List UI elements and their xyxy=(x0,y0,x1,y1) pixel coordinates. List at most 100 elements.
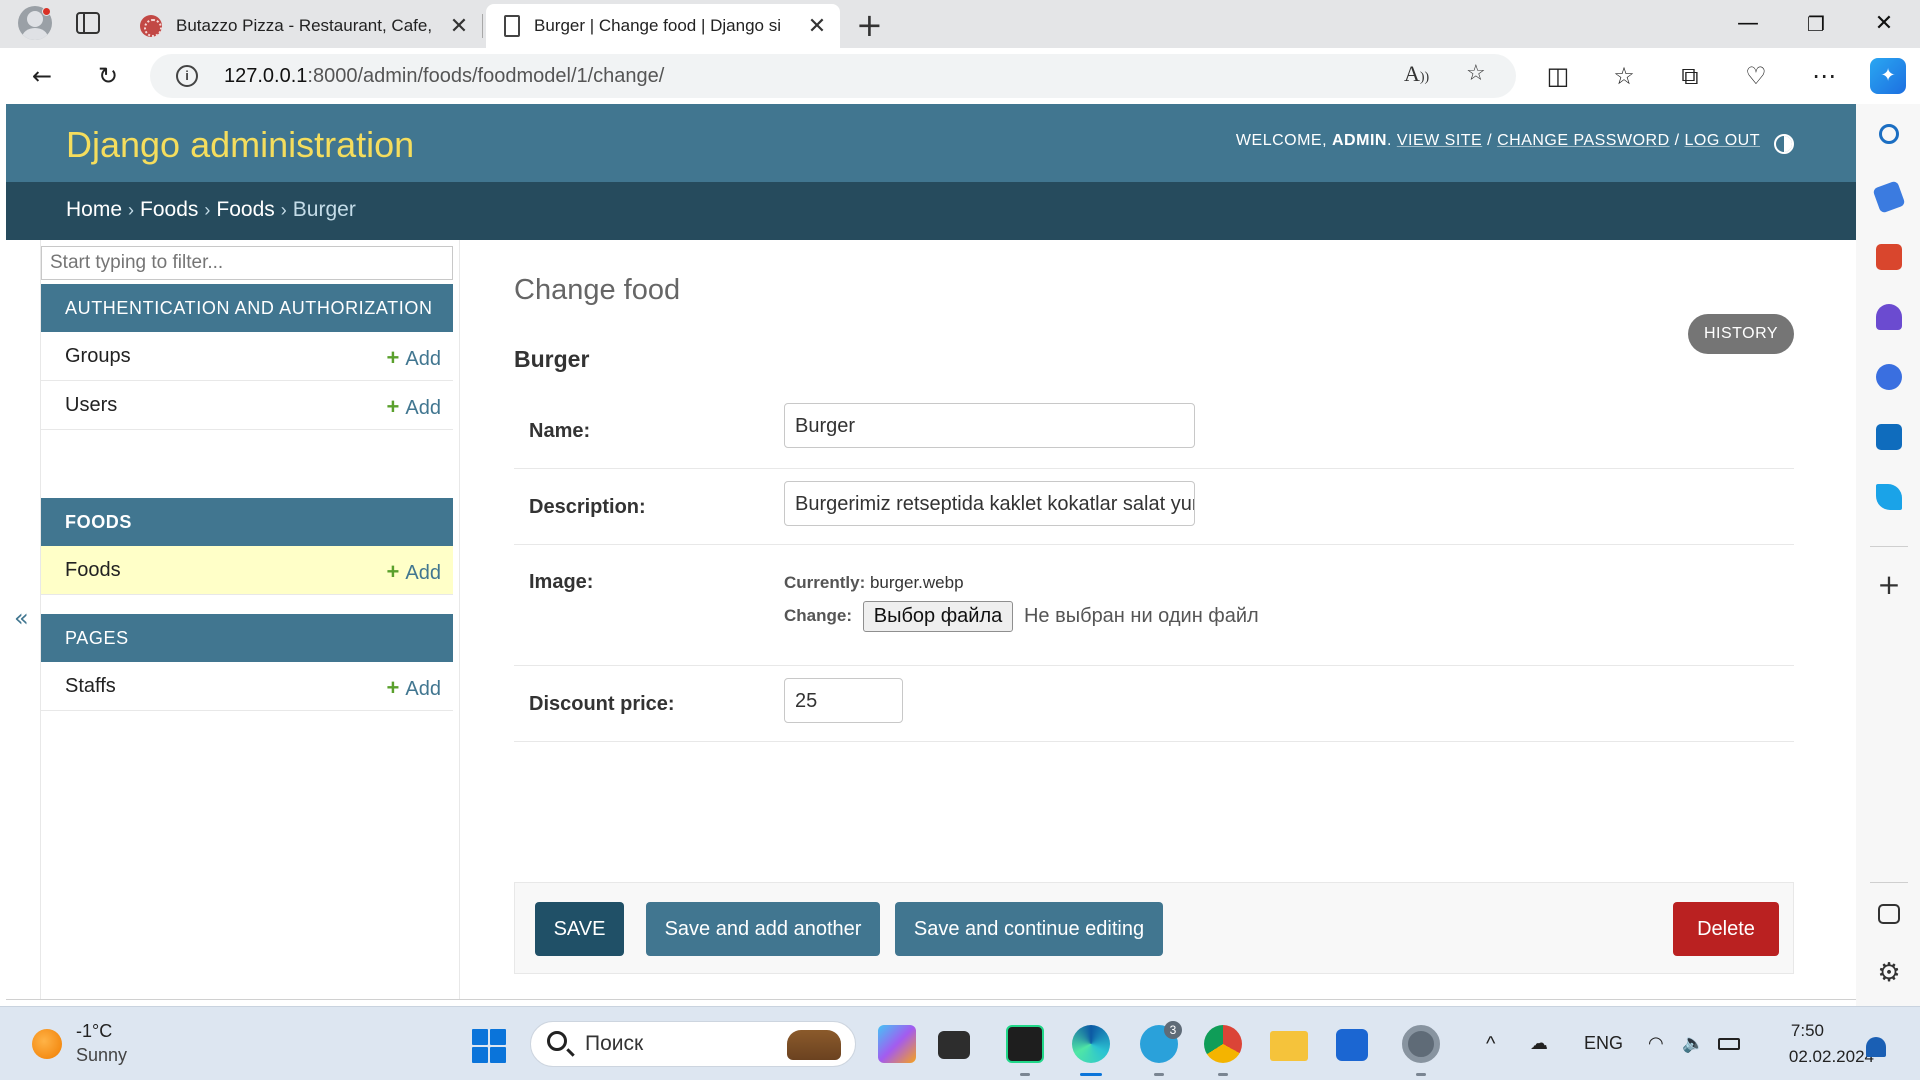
submit-row: SAVE Save and add another Save and conti… xyxy=(514,882,1794,974)
model-link[interactable]: Groups xyxy=(65,345,131,368)
theme-toggle-icon[interactable] xyxy=(1774,134,1794,154)
choose-file-button[interactable]: Выбор файла xyxy=(862,601,1014,632)
weather-description[interactable]: Sunny xyxy=(76,1045,127,1066)
copilot-icon[interactable]: ✦ xyxy=(1870,58,1906,94)
copilot-pre-icon[interactable] xyxy=(878,1025,916,1063)
shopping-tag-icon[interactable] xyxy=(1872,180,1906,214)
input-language[interactable]: ENG xyxy=(1584,1033,1623,1054)
notification-dot xyxy=(42,7,51,16)
site-info-icon[interactable]: i xyxy=(176,65,198,87)
name-input[interactable]: Burger xyxy=(784,403,1195,448)
tab-butazzo[interactable]: Butazzo Pizza - Restaurant, Cafe, ✕ xyxy=(126,4,482,48)
url-text[interactable]: 127.0.0.1:8000/admin/foods/foodmodel/1/c… xyxy=(224,65,664,88)
current-file-link[interactable]: burger.webp xyxy=(870,573,964,592)
clock-time[interactable]: 7:50 xyxy=(1791,1021,1824,1041)
wifi-icon[interactable]: ◠ xyxy=(1648,1033,1664,1054)
clock-date[interactable]: 02.02.2024 xyxy=(1789,1047,1874,1067)
save-continue-button[interactable]: Save and continue editing xyxy=(895,902,1163,956)
sidebar-item-foods[interactable]: Foods + Add xyxy=(41,546,453,595)
browser-essentials-icon[interactable]: ♡ xyxy=(1738,58,1774,94)
close-tab-icon[interactable]: ✕ xyxy=(802,13,832,39)
show-hidden-icons[interactable]: ^ xyxy=(1486,1033,1495,1056)
module-pages: PAGES Staffs + Add xyxy=(41,614,453,711)
microsoft-store-icon[interactable] xyxy=(1336,1029,1368,1061)
weather-temperature[interactable]: -1°C xyxy=(76,1021,112,1042)
restore-icon[interactable]: ❐ xyxy=(1788,6,1844,42)
sidebar-item-users[interactable]: Users + Add xyxy=(41,381,453,430)
breadcrumb-app[interactable]: Foods xyxy=(140,198,198,221)
delete-button[interactable]: Delete xyxy=(1673,902,1779,956)
refresh-icon[interactable]: ↻ xyxy=(90,58,126,94)
nav-filter-input[interactable] xyxy=(41,246,453,280)
add-users-link[interactable]: + Add xyxy=(387,394,441,420)
description-label: Description: xyxy=(529,496,646,518)
add-foods-link[interactable]: + Add xyxy=(387,559,441,585)
file-explorer-icon[interactable] xyxy=(1270,1031,1308,1061)
add-groups-link[interactable]: + Add xyxy=(387,345,441,371)
read-aloud-icon[interactable]: A)) xyxy=(1404,61,1429,87)
save-add-another-button[interactable]: Save and add another xyxy=(646,902,880,956)
edge-icon[interactable] xyxy=(1072,1025,1110,1063)
log-out-link[interactable]: LOG OUT xyxy=(1684,132,1760,149)
collections-icon[interactable]: ⧉ xyxy=(1672,58,1708,94)
terminal-icon[interactable] xyxy=(938,1031,970,1059)
description-input[interactable]: Burgerimiz retseptida kaklet kokatlar sa… xyxy=(784,481,1195,526)
chrome-icon[interactable] xyxy=(1204,1025,1242,1063)
settings-app-icon[interactable] xyxy=(1402,1025,1440,1063)
hide-sidebar-icon[interactable] xyxy=(1878,904,1900,924)
games-icon[interactable] xyxy=(1876,304,1902,330)
settings-gear-icon[interactable]: ⚙ xyxy=(1876,960,1902,986)
module-header[interactable]: PAGES xyxy=(41,614,453,662)
search-icon[interactable] xyxy=(1879,124,1899,144)
save-button[interactable]: SAVE xyxy=(535,902,624,956)
close-window-icon[interactable]: ✕ xyxy=(1856,6,1912,42)
change-password-link[interactable]: CHANGE PASSWORD xyxy=(1497,132,1670,149)
favorite-star-icon[interactable]: ☆ xyxy=(1466,61,1486,86)
nav-sidebar-toggle[interactable]: « xyxy=(14,604,29,632)
history-button[interactable]: HISTORY xyxy=(1688,314,1794,354)
breadcrumb-model[interactable]: Foods xyxy=(216,198,274,221)
add-staffs-link[interactable]: + Add xyxy=(387,675,441,701)
drop-icon[interactable] xyxy=(1876,484,1902,510)
microsoft365-icon[interactable] xyxy=(1876,364,1902,390)
nav-sidebar: AUTHENTICATION AND AUTHORIZATION Groups … xyxy=(40,240,460,999)
module-header[interactable]: AUTHENTICATION AND AUTHORIZATION xyxy=(41,284,453,332)
model-link[interactable]: Foods xyxy=(65,559,121,582)
windows-taskbar: -1°C Sunny Поиск 3 ^ ☁ ENG ◠ 🔈 7:50 02.0… xyxy=(0,1006,1920,1080)
field-row-image: Image: Currently: burger.webp Change: Вы… xyxy=(514,545,1794,666)
battery-icon[interactable] xyxy=(1718,1038,1740,1050)
outlook-icon[interactable] xyxy=(1876,424,1902,450)
sidebar-item-groups[interactable]: Groups + Add xyxy=(41,332,453,381)
pycharm-icon[interactable] xyxy=(1006,1025,1044,1063)
favorites-icon[interactable]: ☆ xyxy=(1606,58,1642,94)
address-bar[interactable]: i 127.0.0.1:8000/admin/foods/foodmodel/1… xyxy=(150,54,1516,98)
more-options-icon[interactable]: ⋯ xyxy=(1806,58,1842,94)
page-favicon-icon xyxy=(504,15,520,37)
volume-icon[interactable]: 🔈 xyxy=(1682,1033,1704,1054)
model-link[interactable]: Staffs xyxy=(65,675,116,698)
new-tab-icon[interactable]: + xyxy=(856,6,883,44)
tab-separator xyxy=(482,14,483,38)
onedrive-icon[interactable]: ☁ xyxy=(1530,1033,1548,1054)
tab-burger-change[interactable]: Burger | Change food | Django si ✕ xyxy=(486,4,840,48)
view-site-link[interactable]: VIEW SITE xyxy=(1397,132,1482,149)
model-link[interactable]: Users xyxy=(65,394,117,417)
tools-icon[interactable] xyxy=(1876,244,1902,270)
admin-header: Django administration WELCOME, ADMIN. VI… xyxy=(6,104,1856,182)
add-icon: + xyxy=(386,675,400,700)
minimize-icon[interactable]: — xyxy=(1720,6,1776,42)
split-screen-icon[interactable]: ◫ xyxy=(1540,58,1576,94)
notification-bell-icon[interactable] xyxy=(1866,1037,1886,1057)
taskbar-search[interactable]: Поиск xyxy=(530,1021,856,1067)
weather-sun-icon[interactable] xyxy=(32,1029,62,1059)
start-button[interactable] xyxy=(472,1029,506,1063)
close-tab-icon[interactable]: ✕ xyxy=(444,13,474,39)
tab-actions-icon[interactable] xyxy=(76,12,100,34)
module-header[interactable]: FOODS xyxy=(41,498,453,546)
sidebar-item-staffs[interactable]: Staffs + Add xyxy=(41,662,453,711)
discount-input[interactable]: 25 xyxy=(784,678,903,723)
breadcrumb-home[interactable]: Home xyxy=(66,198,122,221)
add-sidebar-app-icon[interactable]: + xyxy=(1876,571,1902,599)
site-branding[interactable]: Django administration xyxy=(66,124,414,166)
back-icon[interactable]: ← xyxy=(24,58,60,94)
